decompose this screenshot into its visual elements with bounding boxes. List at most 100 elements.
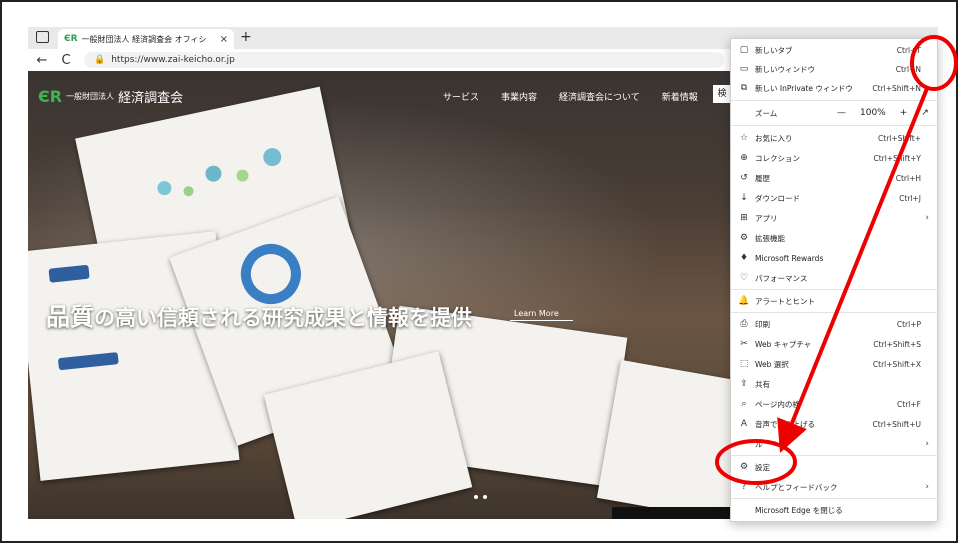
menu-extensions[interactable]: ⚙ 拡張機能 — [731, 229, 939, 247]
menu-downloads[interactable]: ↓ ダウンロード Ctrl+J — [731, 189, 939, 207]
download-icon: ↓ — [740, 193, 748, 203]
hero-headline: 品質の高い信頼される研究成果と情報を提供 — [46, 297, 472, 332]
menu-inprivate[interactable]: ⧉ 新しい InPrivate ウィンドウ Ctrl+Shift+N — [731, 79, 939, 97]
menu-label: 拡張機能 — [755, 233, 785, 243]
tab-close-icon[interactable]: × — [220, 34, 228, 45]
menu-collections[interactable]: ⊕ コレクション Ctrl+Shift+Y — [731, 149, 939, 167]
menu-history[interactable]: ↺ 履歴 Ctrl+H — [731, 169, 939, 187]
menu-performance[interactable]: ♡ パフォーマンス — [731, 269, 939, 287]
menu-web-capture[interactable]: ✂ Web キャプチャ Ctrl+Shift+S — [731, 335, 939, 353]
menu-label: アラートとヒント — [755, 296, 815, 306]
menu-label: コレクション — [755, 153, 800, 163]
menu-shortcut: Ctrl+Shift+X — [872, 359, 921, 369]
menu-label: ヘルプとフィードバック — [755, 482, 838, 492]
tab-active[interactable]: ЄR 一般財団法人 経済調査会 オフィシ × — [58, 29, 234, 49]
apps-icon: ⊞ — [740, 213, 748, 223]
menu-settings[interactable]: ⚙ 設定 — [731, 458, 939, 476]
bell-icon: 🔔 — [738, 296, 750, 306]
menu-divider — [731, 100, 939, 101]
menu-label: Web 選択 — [755, 359, 789, 369]
menu-alerts[interactable]: 🔔 アラートとヒント — [731, 292, 939, 310]
menu-divider — [731, 455, 939, 456]
chevron-right-icon: › — [925, 439, 929, 449]
learn-more-link[interactable]: Learn More — [510, 309, 573, 321]
menu-shortcut: Ctrl+P — [896, 319, 921, 329]
extensions-icon: ⚙ — [739, 233, 749, 243]
new-window-icon: ▭ — [739, 64, 749, 74]
menu-shortcut: Ctrl+Shift+S — [873, 339, 921, 349]
menu-web-select[interactable]: ⬚ Web 選択 Ctrl+Shift+X — [731, 355, 939, 373]
menu-label: 音声で読み上げる — [755, 419, 815, 429]
menu-label: 新しいウィンドウ — [755, 64, 815, 74]
menu-label: 新しい InPrivate ウィンドウ — [755, 83, 853, 93]
back-button[interactable]: ← — [32, 53, 52, 68]
site-logo[interactable]: ЄR 一般財団法人 経済調査会 — [38, 87, 183, 106]
menu-apps[interactable]: ⊞ アプリ › — [731, 209, 939, 227]
zoom-in-button[interactable]: + — [900, 108, 908, 118]
menu-close-edge[interactable]: Microsoft Edge を閉じる — [731, 501, 939, 519]
zoom-controls: — 100% + ↗ — [837, 108, 929, 118]
menu-shortcut: Ctrl+Shift+U — [872, 419, 921, 429]
carousel-dot[interactable] — [474, 495, 478, 499]
menu-label: 設定 — [755, 462, 770, 472]
favorites-icon: ☆ — [739, 133, 749, 143]
menu-shortcut: Ctrl+H — [895, 173, 921, 183]
zoom-out-button[interactable]: — — [837, 108, 846, 118]
performance-icon: ♡ — [739, 273, 749, 283]
menu-label: Microsoft Rewards — [755, 253, 824, 263]
new-tab-icon: ▢ — [739, 45, 749, 55]
new-tab-button[interactable]: + — [240, 29, 252, 45]
menu-label: 履歴 — [755, 173, 770, 183]
menu-label: ダウンロード — [755, 193, 800, 203]
menu-label: 印刷 — [755, 319, 770, 329]
select-icon: ⬚ — [739, 359, 749, 369]
find-icon: ⌕ — [741, 399, 747, 409]
menu-help[interactable]: ? ヘルプとフィードバック › — [731, 478, 939, 496]
address-bar[interactable]: 🔒 https://www.zai-keicho.or.jp — [84, 52, 724, 68]
site-navigation: サービス 事業内容 経済調査会について 新着情報 — [443, 90, 698, 103]
menu-label: パフォーマンス — [755, 273, 808, 283]
menu-favorites[interactable]: ☆ お気に入り Ctrl+Shift+ — [731, 129, 939, 147]
nav-services[interactable]: サービス — [443, 90, 479, 103]
read-aloud-icon: A — [740, 419, 748, 429]
menu-shortcut: Ctrl+J — [899, 193, 921, 203]
menu-label: Microsoft Edge を閉じる — [755, 505, 843, 515]
settings-menu: ▢ 新しいタブ Ctrl+T ▭ 新しいウィンドウ Ctrl+N ⧉ 新しい InPriv… — [730, 38, 939, 522]
menu-share[interactable]: ⇪ 共有 — [731, 375, 939, 393]
lock-icon: 🔒 — [94, 55, 106, 65]
menu-new-window[interactable]: ▭ 新しいウィンドウ Ctrl+N — [731, 60, 939, 78]
tab-title: 一般財団法人 経済調査会 オフィシ — [81, 34, 207, 44]
reload-button[interactable]: C — [56, 53, 76, 68]
zoom-value: 100% — [860, 108, 886, 118]
logo-org-name: 経済調査会 — [118, 91, 184, 106]
menu-label: 共有 — [755, 379, 770, 389]
collections-icon: ⊕ — [740, 153, 748, 163]
menu-label: ページ内の検 — [755, 399, 800, 409]
site-favicon-icon: ЄR — [64, 34, 78, 44]
dark-banner — [612, 507, 742, 519]
menu-print[interactable]: ⎙ 印刷 Ctrl+P — [731, 315, 939, 333]
menu-find[interactable]: ⌕ ページ内の検 Ctrl+F — [731, 395, 939, 413]
fullscreen-icon[interactable]: ↗ — [921, 108, 929, 118]
inprivate-icon: ⧉ — [740, 83, 748, 93]
carousel-dots[interactable] — [474, 495, 487, 499]
menu-label: アプリ — [755, 213, 778, 223]
history-icon: ↺ — [740, 173, 748, 183]
nav-about[interactable]: 経済調査会について — [559, 90, 640, 103]
tab-actions-icon[interactable] — [36, 31, 49, 43]
menu-label: ル — [755, 439, 763, 449]
menu-new-tab[interactable]: ▢ 新しいタブ Ctrl+T — [731, 41, 939, 59]
menu-read-aloud[interactable]: A 音声で読み上げる Ctrl+Shift+U — [731, 415, 939, 433]
menu-shortcut: Ctrl+T — [896, 45, 921, 55]
site-search-button[interactable]: 検 — [713, 85, 731, 103]
menu-shortcut: Ctrl+Shift+N — [872, 83, 921, 93]
carousel-dot[interactable] — [483, 495, 487, 499]
menu-zoom: ズーム —100% + ↗ — [731, 104, 939, 122]
capture-icon: ✂ — [740, 339, 748, 349]
nav-business[interactable]: 事業内容 — [501, 90, 537, 103]
nav-news[interactable]: 新着情報 — [662, 90, 698, 103]
menu-more-tools[interactable]: ル › — [731, 435, 939, 453]
menu-shortcut: Ctrl+Shift+Y — [873, 153, 921, 163]
rewards-icon: ♦ — [739, 253, 749, 263]
menu-rewards[interactable]: ♦ Microsoft Rewards — [731, 249, 939, 267]
